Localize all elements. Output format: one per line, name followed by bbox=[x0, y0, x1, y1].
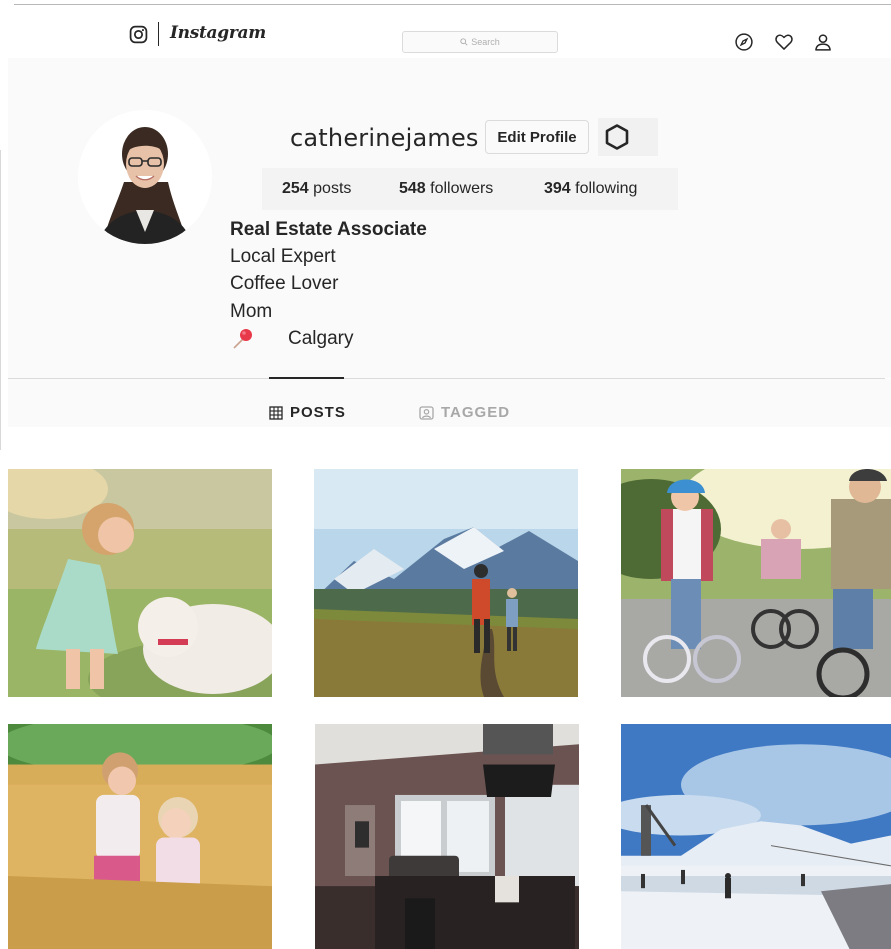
following-label: following bbox=[575, 180, 638, 197]
tabs-divider bbox=[8, 378, 885, 379]
tab-posts[interactable]: POSTS bbox=[269, 404, 346, 421]
logo-divider bbox=[158, 22, 159, 46]
followers-stat[interactable]: 548 followers bbox=[399, 180, 493, 198]
post-thumbnail[interactable] bbox=[314, 469, 578, 697]
heart-icon[interactable] bbox=[774, 32, 794, 52]
top-nav-bar: Instagram Search bbox=[0, 8, 891, 58]
bio-line: Mom bbox=[230, 301, 273, 322]
post-thumbnail[interactable] bbox=[621, 469, 891, 697]
tab-tagged[interactable]: TAGGED bbox=[419, 404, 510, 421]
posts-count: 254 bbox=[282, 180, 309, 197]
posts-label: posts bbox=[313, 180, 352, 197]
person-icon[interactable] bbox=[813, 32, 833, 52]
top-border bbox=[14, 4, 891, 5]
pushpin-icon bbox=[233, 329, 252, 349]
profile-username: catherinejames bbox=[290, 124, 479, 152]
gear-icon[interactable] bbox=[603, 123, 631, 151]
followers-count: 548 bbox=[399, 180, 426, 197]
tab-tagged-label: TAGGED bbox=[441, 404, 511, 421]
following-count: 394 bbox=[544, 180, 571, 197]
bio-title: Real Estate Associate bbox=[230, 219, 427, 240]
post-thumbnail[interactable] bbox=[315, 724, 579, 949]
instagram-wordmark[interactable]: Instagram bbox=[170, 23, 266, 43]
search-icon bbox=[460, 38, 468, 46]
following-stat[interactable]: 394 following bbox=[544, 180, 637, 198]
instagram-camera-icon[interactable] bbox=[129, 25, 148, 44]
tab-posts-label: POSTS bbox=[290, 404, 346, 421]
search-input[interactable]: Search bbox=[402, 31, 558, 53]
bio-location: Calgary bbox=[288, 328, 354, 349]
bio-line: Local Expert bbox=[230, 246, 336, 267]
edit-profile-button[interactable]: Edit Profile bbox=[485, 120, 589, 154]
left-border bbox=[0, 150, 1, 450]
profile-avatar[interactable] bbox=[78, 110, 212, 244]
active-tab-indicator bbox=[269, 377, 344, 379]
bio-line: Coffee Lover bbox=[230, 273, 339, 294]
tagged-icon bbox=[419, 405, 434, 420]
post-thumbnail[interactable] bbox=[8, 469, 272, 697]
grid-icon bbox=[269, 405, 283, 420]
post-thumbnail[interactable] bbox=[621, 724, 891, 949]
followers-label: followers bbox=[430, 180, 494, 197]
compass-icon[interactable] bbox=[734, 32, 754, 52]
posts-stat[interactable]: 254 posts bbox=[282, 180, 351, 198]
post-thumbnail[interactable] bbox=[8, 724, 272, 949]
search-placeholder: Search bbox=[471, 37, 500, 47]
